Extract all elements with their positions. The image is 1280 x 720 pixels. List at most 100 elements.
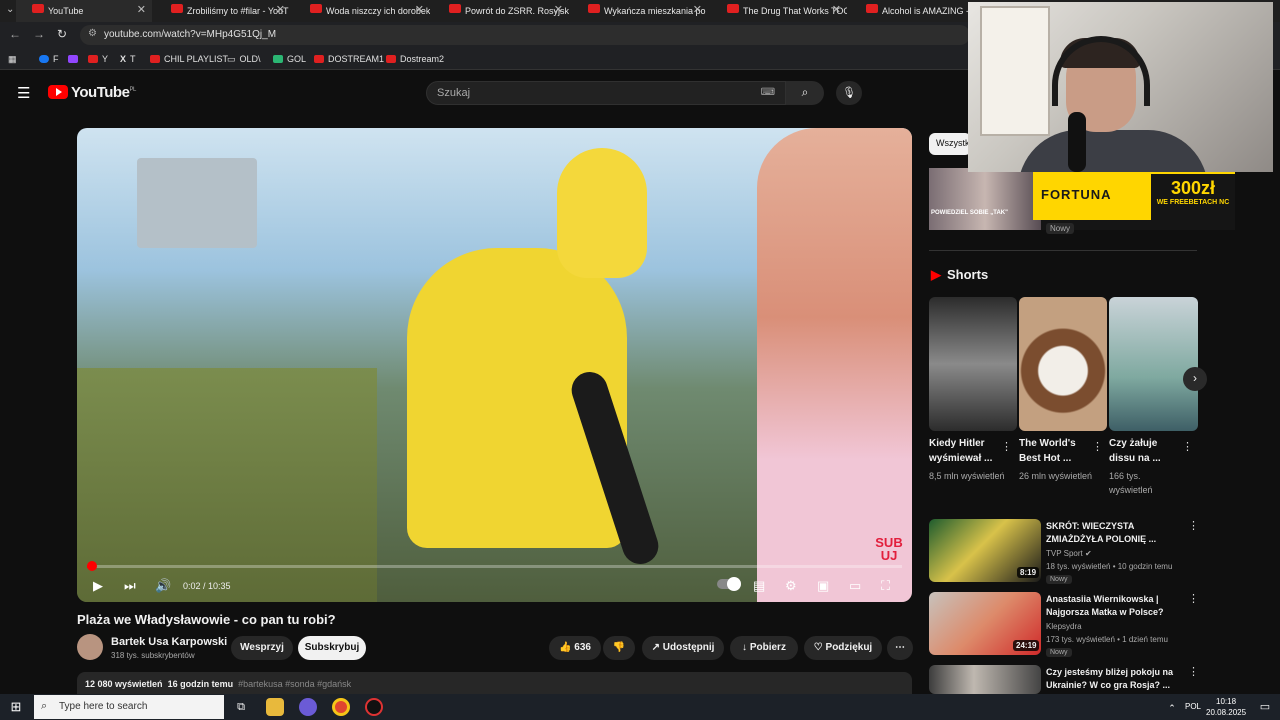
progress-bar[interactable] xyxy=(86,561,902,571)
search-input[interactable]: Szukaj ⌨ xyxy=(426,81,786,105)
video-frame-interviewer xyxy=(757,128,912,602)
short-thumbnail-3[interactable] xyxy=(1109,297,1198,431)
more-vert-icon[interactable]: ⋮ xyxy=(1182,440,1193,453)
close-tab-icon[interactable]: ✕ xyxy=(554,3,563,16)
bookmark-gol[interactable]: GOL xyxy=(273,54,306,64)
youtube-logo[interactable]: YouTubePL xyxy=(48,84,136,101)
rec-channel[interactable]: Klepsydra xyxy=(1046,620,1082,633)
forward-arrow-icon[interactable]: → xyxy=(33,27,45,41)
keyboard-icon[interactable]: ⌨ xyxy=(761,87,775,98)
tab-5[interactable]: Wykańcza mieszkania po ✕ xyxy=(572,0,708,22)
language-indicator[interactable]: POL xyxy=(1185,702,1201,711)
youtube-icon xyxy=(314,55,324,63)
app-icon[interactable] xyxy=(299,698,317,716)
short-thumbnail-2[interactable] xyxy=(1019,297,1107,431)
settings-gear-icon[interactable]: ⚙ xyxy=(785,578,797,594)
menu-hamburger-icon[interactable]: ☰ xyxy=(17,84,30,102)
dislike-button[interactable]: 👎 xyxy=(603,636,635,660)
share-button[interactable]: ↗ Udostępnij xyxy=(642,636,724,660)
duration-badge: 8:19 xyxy=(1017,567,1040,578)
short-thumbnail-1[interactable] xyxy=(929,297,1017,431)
search-button[interactable]: ⌕ xyxy=(786,81,824,105)
apps-grid-icon[interactable]: ▦ xyxy=(8,54,17,65)
channel-name[interactable]: Bartek Usa Karpowski xyxy=(111,636,227,648)
facebook-icon xyxy=(39,55,49,63)
tab-6[interactable]: The Drug That Works TOO ✕ xyxy=(711,0,847,22)
shorts-next-button[interactable]: › xyxy=(1183,367,1207,391)
tab-list-chevron-icon[interactable]: ⌄ xyxy=(6,4,14,15)
shorts-icon: ▶ xyxy=(931,267,941,282)
rec-title[interactable]: Czy jesteśmy bliżej pokoju na Ukrainie? … xyxy=(1046,666,1186,692)
subtitles-icon[interactable]: ▤ xyxy=(753,578,765,594)
close-tab-icon[interactable]: ✕ xyxy=(276,3,285,16)
close-tab-icon[interactable]: ✕ xyxy=(693,3,702,16)
like-button[interactable]: 👍 636 xyxy=(549,636,601,660)
youtube-favicon-icon xyxy=(588,4,600,13)
ad-banner[interactable]: POWIEDZIEL SOBIE „TAK" FORTUNA 300zł WE F… xyxy=(929,168,1235,230)
progress-scrubber[interactable] xyxy=(86,561,97,571)
video-player[interactable]: SUB UJ ▶ ⏭ 🔊 0:02 / 10:35 ▤ ⚙ ▣ ▭ ⛶ xyxy=(77,128,912,602)
system-clock[interactable]: 10:18 20.08.2025 xyxy=(1206,696,1246,718)
tab-4[interactable]: Powrót do ZSRR. Rosyjska ✕ xyxy=(433,0,569,22)
taskbar-search-input[interactable]: ⌕ Type here to search xyxy=(34,695,224,719)
notification-icon[interactable]: ▭ xyxy=(1256,698,1274,716)
tab-youtube[interactable]: YouTube ✕ xyxy=(16,0,152,22)
task-view-icon[interactable]: ⧉ xyxy=(232,698,250,716)
bookmark-facebook[interactable]: F xyxy=(39,54,59,64)
file-explorer-icon[interactable] xyxy=(266,698,284,716)
bookmark-folder-old[interactable]: ▭ OLD\ xyxy=(227,54,261,65)
play-icon[interactable]: ▶ xyxy=(93,578,103,594)
download-button[interactable]: ↓ Pobierz xyxy=(730,636,798,660)
autoplay-toggle[interactable] xyxy=(717,577,741,592)
close-tab-icon[interactable]: ✕ xyxy=(415,3,424,16)
address-bar[interactable]: ⚙ youtube.com/watch?v=MHp4G51Qj_M xyxy=(80,25,970,45)
close-tab-icon[interactable]: ✕ xyxy=(832,3,841,16)
bookmark-youtube[interactable]: Y xyxy=(88,54,108,64)
short-title[interactable]: The World's Best Hot ... xyxy=(1019,436,1095,466)
join-button[interactable]: Wesprzyj xyxy=(231,636,293,660)
subscribe-button[interactable]: Subskrybuj xyxy=(298,636,366,660)
fullscreen-icon[interactable]: ⛶ xyxy=(881,578,890,594)
more-vert-icon[interactable]: ⋮ xyxy=(1188,592,1199,605)
chrome-icon[interactable] xyxy=(332,698,350,716)
chevron-up-icon[interactable]: ⌃ xyxy=(1163,699,1181,717)
bookmark-x[interactable]: XT xyxy=(120,54,136,64)
short-title[interactable]: Kiedy Hitler wyśmiewał ... xyxy=(929,436,1005,466)
next-icon[interactable]: ⏭ xyxy=(124,578,136,594)
rec-channel[interactable]: TVP Sport ✔ xyxy=(1046,547,1092,560)
site-info-icon[interactable]: ⚙ xyxy=(88,28,97,39)
rec-thumbnail-3[interactable] xyxy=(929,665,1041,694)
more-vert-icon[interactable]: ⋮ xyxy=(1188,519,1199,532)
more-vert-icon[interactable]: ⋮ xyxy=(1188,665,1199,678)
bookmark-dostream1[interactable]: DOSTREAM1 xyxy=(314,54,384,64)
bookmark-twitch[interactable] xyxy=(68,54,82,64)
tab-3[interactable]: Woda niszczy ich dorobek ✕ xyxy=(294,0,430,22)
rec-title[interactable]: SKRÓT: WIECZYSTA ZMIAŻDŻYŁA POLONIĘ ... xyxy=(1046,520,1186,546)
volume-icon[interactable]: 🔊 xyxy=(155,578,171,594)
app-icon-2[interactable] xyxy=(365,698,383,716)
short-title[interactable]: Czy żałuje dissu na ... xyxy=(1109,436,1185,466)
youtube-favicon-icon xyxy=(310,4,322,13)
theater-mode-icon[interactable]: ▭ xyxy=(849,578,861,594)
back-arrow-icon[interactable]: ← xyxy=(9,27,21,41)
thanks-button[interactable]: ♡ Podziękuj xyxy=(804,636,882,660)
miniplayer-icon[interactable]: ▣ xyxy=(817,578,829,594)
filter-chip-all[interactable]: Wszystk xyxy=(929,133,971,155)
rec-title[interactable]: Anastasiia Wiernikowska | Najgorsza Matk… xyxy=(1046,593,1186,619)
video-frame-banana-hood xyxy=(557,148,647,278)
windows-start-icon[interactable]: ⊞ xyxy=(7,698,25,716)
tab-2[interactable]: Zrobiliśmy to #filar - YouT ✕ xyxy=(155,0,291,22)
tab-7[interactable]: Alcohol is AMAZING - Ve xyxy=(850,0,986,22)
more-vert-icon[interactable]: ⋮ xyxy=(1092,440,1103,453)
more-vert-icon[interactable]: ⋮ xyxy=(1001,440,1012,453)
bookmark-dostream2[interactable]: Dostream2 xyxy=(386,54,444,64)
close-tab-icon[interactable]: ✕ xyxy=(137,3,146,16)
description-box[interactable]: 12 080 wyświetleń 16 godzin temu #bartek… xyxy=(77,672,912,694)
shorts-heading: ▶ Shorts xyxy=(931,267,989,282)
more-actions-button[interactable]: ⋯ xyxy=(887,636,913,660)
reload-icon[interactable]: ↻ xyxy=(57,27,67,41)
bookmark-chil-playlist[interactable]: CHIL PLAYLIST xyxy=(150,54,228,64)
channel-avatar[interactable] xyxy=(77,634,103,660)
video-title: Plaża we Władysławowie - co pan tu robi? xyxy=(77,612,336,627)
voice-search-button[interactable]: 🎙 xyxy=(836,81,862,105)
